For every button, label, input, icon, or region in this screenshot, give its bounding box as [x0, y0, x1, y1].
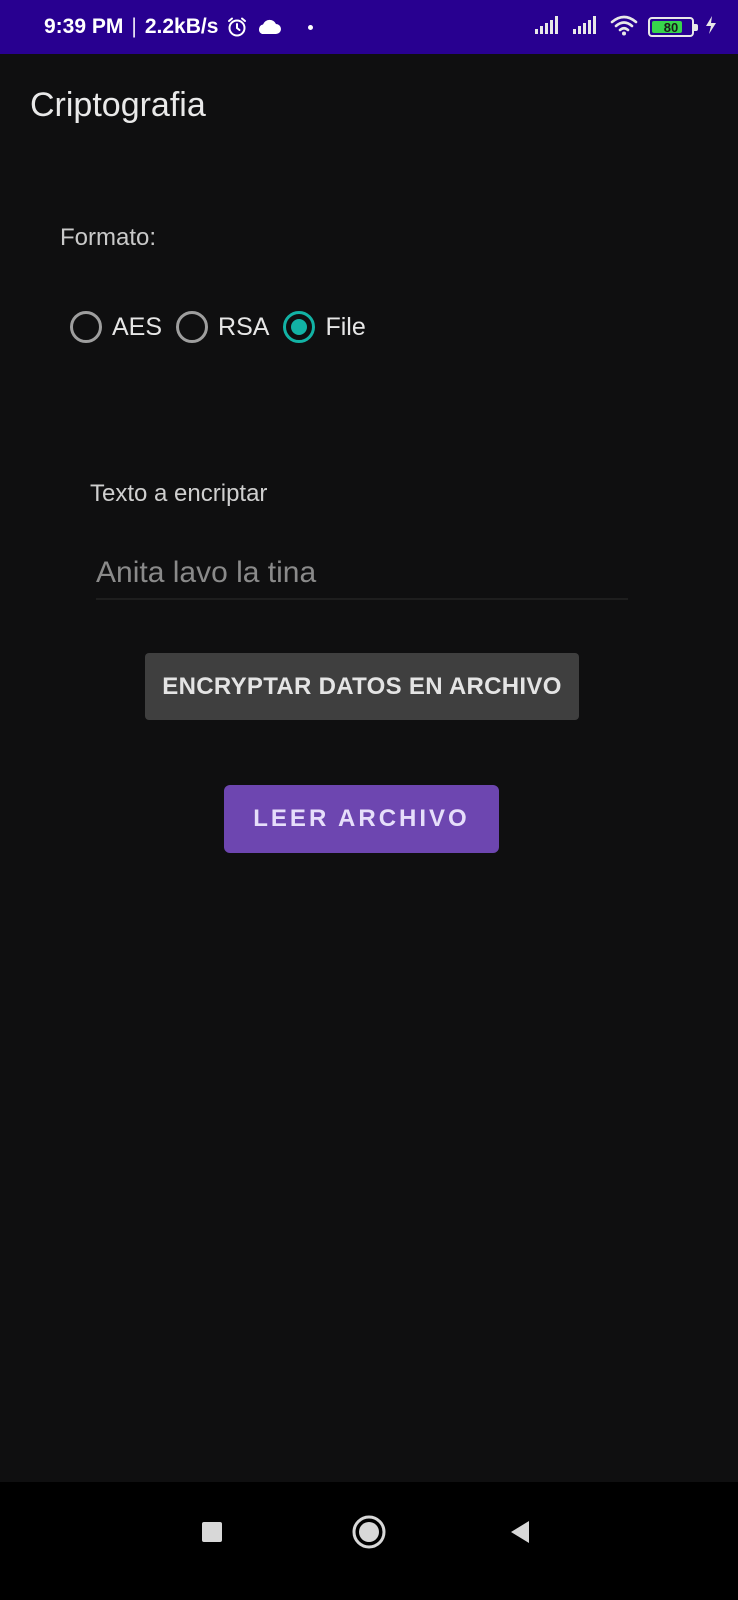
navigation-bar: [0, 1482, 738, 1600]
radio-button-icon[interactable]: [70, 311, 102, 343]
radio-button-icon[interactable]: [176, 311, 209, 343]
charging-icon: [704, 15, 718, 40]
wifi-icon: [610, 14, 638, 41]
radio-label-file: File: [325, 312, 366, 341]
status-separator: |: [131, 15, 137, 38]
battery-icon: 80: [648, 17, 698, 37]
text-to-encrypt-input[interactable]: [96, 548, 628, 600]
recents-square-icon[interactable]: [182, 1502, 242, 1562]
back-triangle-icon[interactable]: [490, 1502, 550, 1562]
radio-button-selected-icon[interactable]: [283, 311, 316, 343]
radio-aes[interactable]: AES: [70, 311, 162, 343]
encrypt-to-file-button[interactable]: ENCRYPTAR DATOS EN ARCHIVO: [145, 653, 579, 720]
battery-level: 80: [663, 19, 679, 35]
radio-rsa[interactable]: RSA: [176, 311, 269, 343]
radio-label-rsa: RSA: [218, 312, 270, 341]
radio-file[interactable]: File: [283, 311, 366, 343]
cloud-icon: [256, 18, 282, 36]
format-label: Formato:: [60, 224, 157, 251]
status-bar: 9:39 PM | 2.2kB/s 80: [0, 0, 738, 54]
home-circle-icon[interactable]: [339, 1502, 399, 1562]
signal-icon-2: [572, 15, 600, 40]
notification-dot: [308, 24, 314, 30]
status-time: 9:39 PM: [44, 15, 124, 38]
format-radio-group: AES RSA File: [70, 311, 380, 343]
signal-icon: [534, 15, 562, 40]
alarm-icon: [226, 16, 248, 38]
read-file-button[interactable]: LEER ARCHIVO: [224, 785, 499, 853]
status-right: 80: [534, 0, 718, 54]
status-network-speed: 2.2kB/s: [144, 15, 219, 38]
status-left: 9:39 PM | 2.2kB/s: [44, 0, 314, 54]
app-title: Criptografia: [30, 86, 206, 124]
text-input-label: Texto a encriptar: [90, 480, 268, 507]
radio-label-aes: AES: [112, 312, 163, 341]
